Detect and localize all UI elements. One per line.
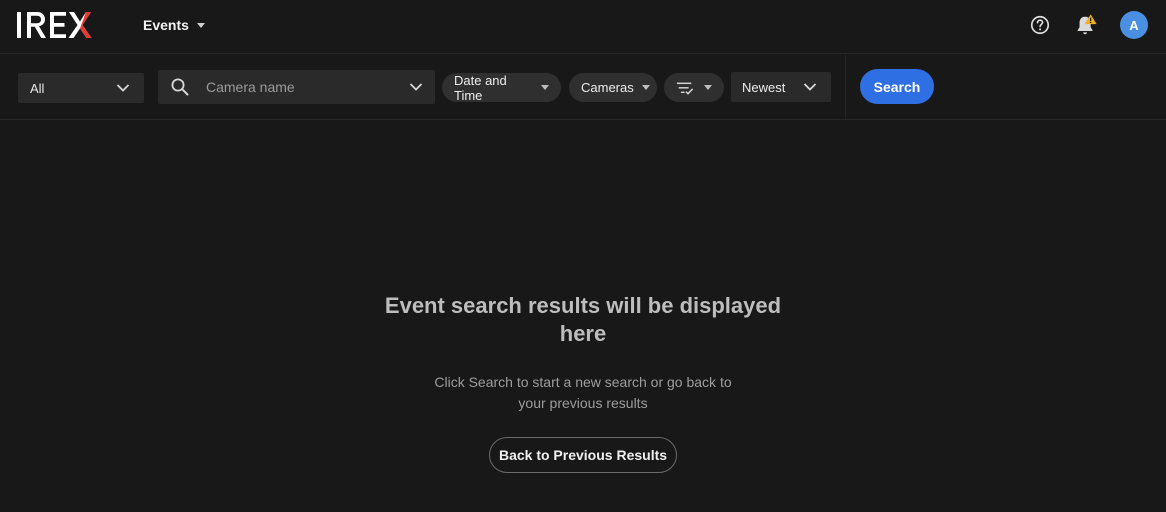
camera-name-input[interactable]	[204, 73, 409, 101]
caret-down-icon	[541, 85, 549, 90]
event-type-value: All	[30, 80, 45, 96]
caret-down-icon	[641, 85, 650, 90]
back-to-previous-results-button[interactable]: Back to Previous Results	[489, 437, 677, 473]
date-time-filter[interactable]: Date and Time	[442, 72, 561, 103]
irex-logo[interactable]	[17, 9, 109, 41]
irex-logo-mark	[17, 12, 92, 38]
filter-bar: All Date and Time Cameras Newest	[0, 55, 1166, 120]
user-avatar[interactable]: A	[1120, 11, 1148, 39]
chevron-down-icon	[803, 83, 817, 91]
cameras-filter[interactable]: Cameras	[569, 73, 657, 102]
bell-warning-icon	[1077, 14, 1097, 35]
avatar-initial: A	[1129, 17, 1139, 33]
sort-order-select[interactable]: Newest	[731, 72, 831, 102]
empty-state-title: Event search results will be displayed h…	[384, 293, 782, 346]
top-header: Events A	[0, 0, 1166, 54]
sort-order-value: Newest	[742, 79, 786, 95]
search-icon	[171, 78, 189, 96]
app-menu-label: Events	[143, 17, 189, 33]
search-button[interactable]: Search	[860, 69, 934, 104]
notifications-button[interactable]	[1074, 13, 1098, 37]
date-time-label: Date and Time	[454, 72, 507, 103]
help-icon	[1030, 15, 1050, 35]
help-button[interactable]	[1028, 13, 1052, 37]
attribute-filter[interactable]	[664, 73, 724, 102]
caret-down-icon	[704, 85, 712, 90]
filter-list-check-icon	[676, 82, 694, 95]
caret-down-icon	[196, 22, 205, 28]
chevron-down-icon	[116, 84, 130, 92]
cameras-label: Cameras	[581, 80, 634, 95]
empty-state-subtitle: Click Search to start a new search or go…	[434, 374, 732, 411]
header-actions: A	[1028, 10, 1148, 40]
event-type-select[interactable]: All	[18, 73, 144, 103]
app-menu-dropdown[interactable]: Events	[143, 14, 205, 36]
camera-search-box[interactable]	[158, 70, 435, 104]
chevron-down-icon[interactable]	[409, 82, 423, 92]
filter-divider	[845, 55, 846, 120]
